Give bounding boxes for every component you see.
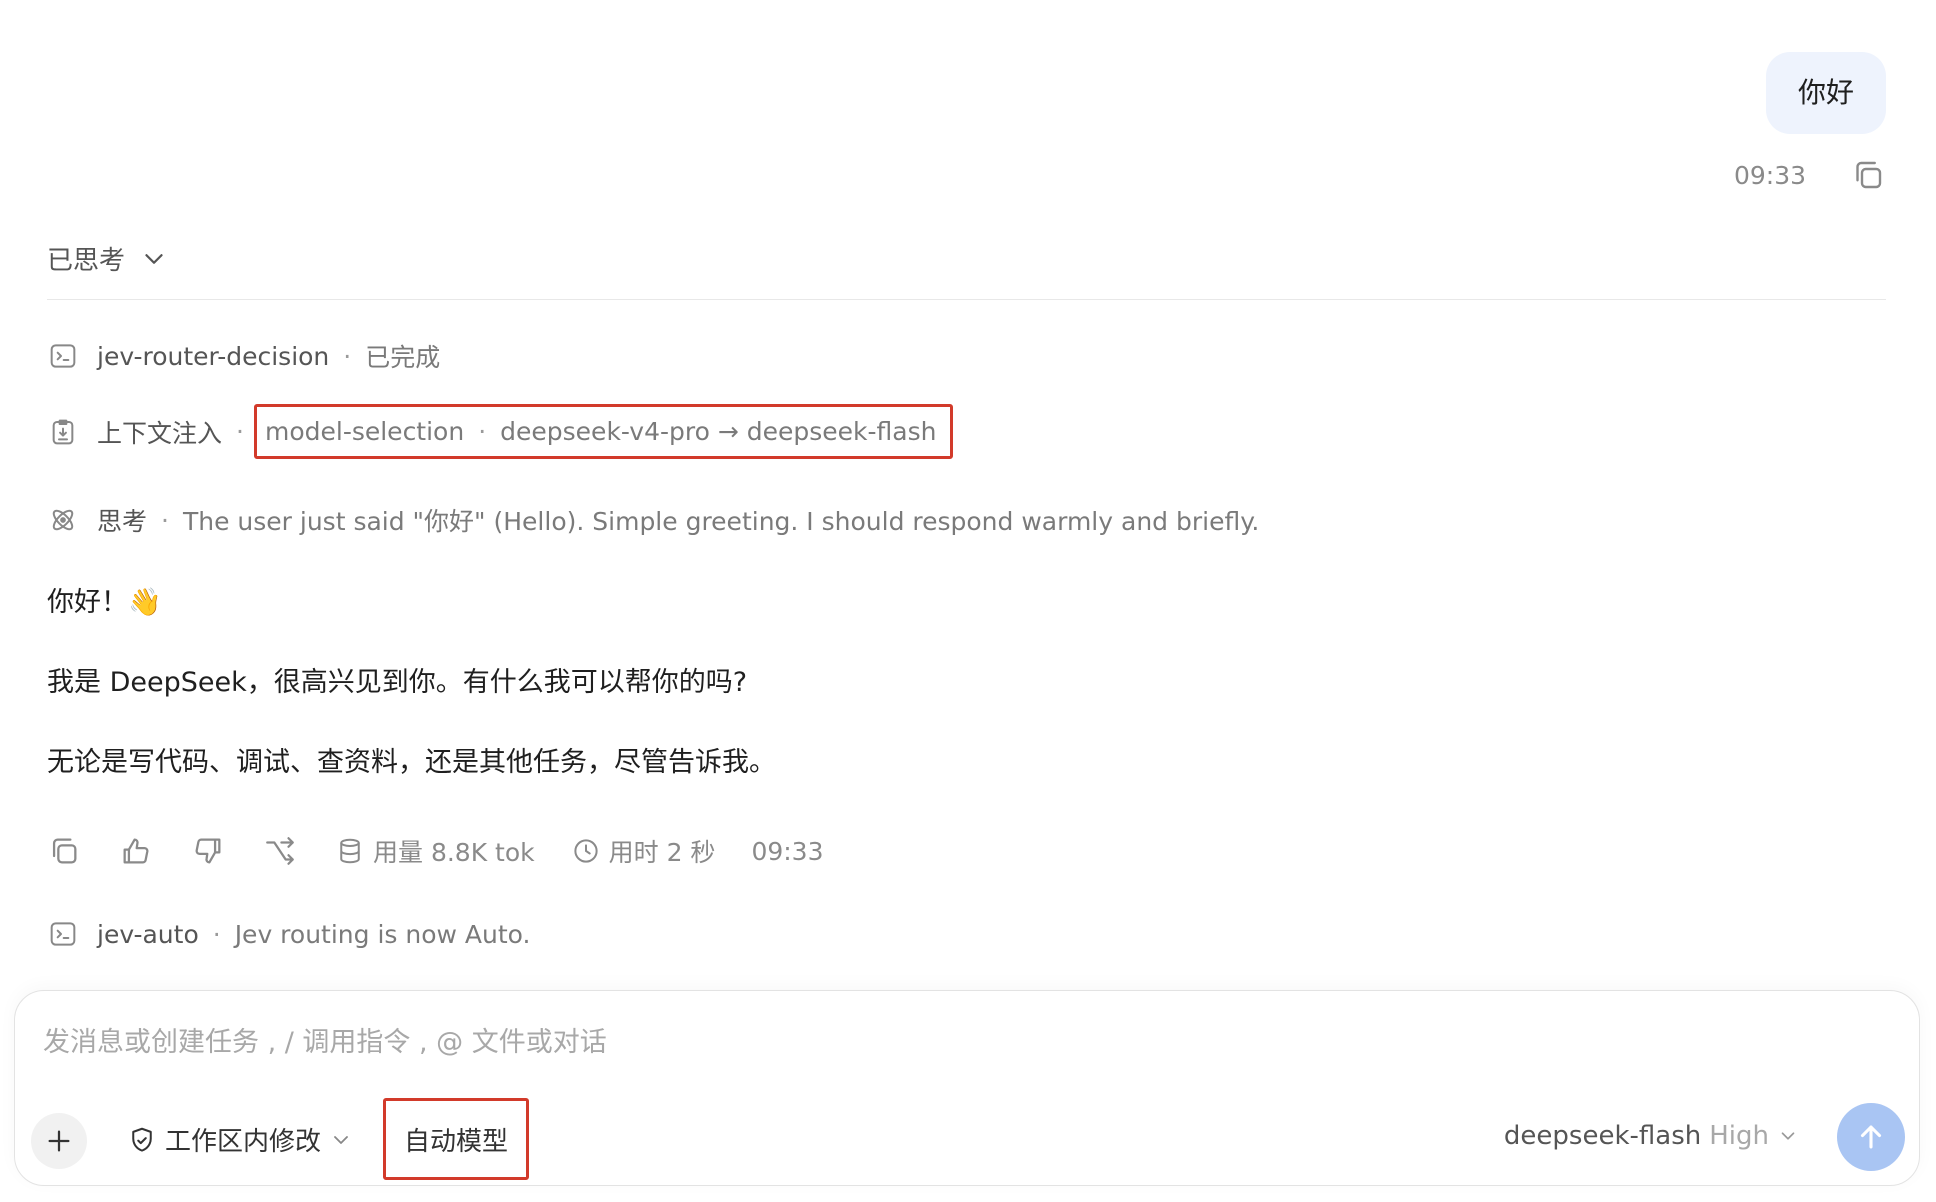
user-message-bubble: 你好 [1765, 52, 1886, 134]
workspace-mode-label: 工作区内修改 [165, 1127, 322, 1157]
send-button[interactable] [1837, 1103, 1905, 1171]
chevron-down-icon [145, 253, 163, 264]
reply-line-1: 你好！👋 [47, 587, 162, 618]
arrow-up-icon [1860, 1125, 1882, 1149]
message-input[interactable] [43, 1017, 1883, 1067]
model-name: deepseek-flash [1503, 1121, 1702, 1151]
thinking-name: 思考 [97, 507, 148, 536]
duration-stat: 用时 2 秒 [571, 833, 716, 869]
separator-dot: · [478, 417, 487, 446]
chevron-down-icon [1781, 1132, 1795, 1140]
thumbs-down-icon[interactable] [191, 834, 225, 868]
context-injection-name: 上下文注入 [97, 418, 223, 448]
model-selection-key: model-selection [264, 417, 465, 446]
message-composer: 工作区内修改 自动模型 deepseek-flash High [14, 990, 1920, 1186]
user-message-time: 09:33 [1733, 160, 1806, 190]
router-decision-name: jev-router-decision [97, 341, 330, 371]
model-selection-highlight: model-selection · deepseek-v4-pro → deep… [253, 404, 954, 459]
terminal-icon [50, 344, 76, 368]
separator-dot: · [161, 505, 169, 535]
router-decision-step[interactable]: jev-router-decision · 已完成 [47, 338, 440, 374]
user-message-meta: 09:33 [1734, 155, 1886, 195]
auto-routing-notice[interactable]: jev-auto · Jev routing is now Auto. [47, 918, 530, 950]
context-injection-step[interactable]: 上下文注入 · model-selection · deepseek-v4-pr… [47, 404, 954, 459]
duration-text: 用时 2 秒 [608, 838, 716, 867]
terminal-icon [50, 922, 76, 946]
chevron-down-icon [334, 1135, 348, 1144]
thinking-step[interactable]: 思考 · The user just said "你好" (Hello). Si… [47, 502, 1259, 538]
reply-line-2: 我是 DeepSeek，很高兴见到你。有什么我可以帮你的吗? [47, 667, 748, 698]
clipboard-icon [52, 419, 74, 444]
separator-dot: · [236, 417, 244, 446]
separator-dot: · [212, 919, 221, 949]
model-selection-value: deepseek-v4-pro → deepseek-flash [500, 417, 937, 446]
plus-icon [48, 1130, 70, 1152]
atom-icon [52, 509, 74, 531]
usage-text: 用量 8.8K tok [373, 838, 535, 867]
user-message-text: 你好 [1797, 76, 1854, 109]
auto-model-button[interactable]: 自动模型 [383, 1098, 529, 1180]
divider [47, 299, 1886, 300]
clock-icon [574, 839, 598, 863]
database-icon [340, 838, 360, 864]
thinking-text: The user just said "你好" (Hello). Simple … [182, 507, 1260, 536]
add-attachment-button[interactable] [31, 1113, 87, 1169]
branch-icon[interactable] [263, 834, 297, 868]
thumbs-up-icon[interactable] [119, 834, 153, 868]
auto-notice-text: Jev routing is now Auto. [234, 919, 531, 949]
thought-toggle-label: 已思考 [47, 246, 126, 276]
reply-actions: 用量 8.8K tok 用时 2 秒 09:33 [47, 830, 823, 872]
copy-reply-icon[interactable] [47, 834, 81, 868]
usage-stat: 用量 8.8K tok [335, 833, 535, 869]
copy-icon[interactable] [1850, 157, 1886, 193]
reasoning-level: High [1709, 1121, 1769, 1151]
workspace-mode-selector[interactable]: 工作区内修改 [127, 1121, 353, 1158]
auto-model-label: 自动模型 [403, 1126, 508, 1157]
reply-line-3: 无论是写代码、调试、查资料，还是其他任务，尽管告诉我。 [47, 747, 776, 778]
shield-edit-icon [132, 1127, 152, 1152]
thought-toggle[interactable]: 已思考 [47, 240, 169, 277]
router-decision-status: 已完成 [365, 343, 441, 372]
separator-dot: · [343, 341, 352, 371]
model-picker[interactable]: deepseek-flash High [1504, 1121, 1799, 1151]
reply-time: 09:33 [751, 836, 824, 866]
auto-notice-name: jev-auto [97, 919, 199, 949]
